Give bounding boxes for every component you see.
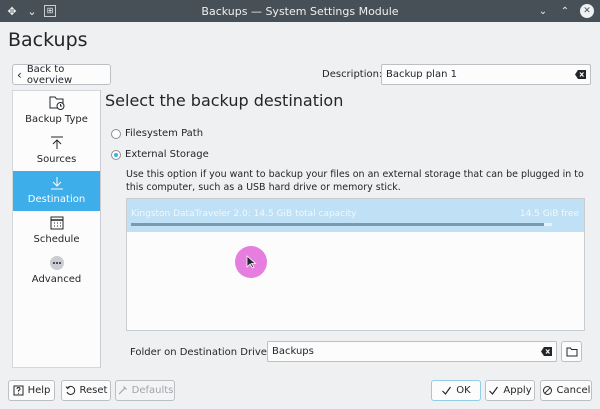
- chevron-left-icon: ‹: [17, 67, 22, 82]
- radio-label: External Storage: [125, 149, 209, 160]
- sidebar-item-destination[interactable]: Destination: [13, 171, 100, 211]
- defaults-button[interactable]: Defaults: [115, 380, 175, 401]
- description-input[interactable]: Backup plan 1: [381, 64, 591, 85]
- sidebar-divider: [100, 90, 101, 368]
- download-icon: [50, 177, 63, 190]
- window-titlebar: ✥ ⌄ ⊞ Backups — System Settings Module ⌄…: [0, 0, 600, 22]
- sidebar-item-label: Schedule: [33, 234, 80, 245]
- minimize-icon[interactable]: ⌄: [536, 4, 550, 18]
- defaults-icon: [118, 386, 127, 395]
- checkmark-icon: [489, 386, 499, 395]
- folder-destination-label: Folder on Destination Drive:: [130, 347, 271, 358]
- defaults-label: Defaults: [131, 385, 174, 396]
- titlebar-right-controls: ⌄ ⌃ ✕: [536, 4, 594, 18]
- reset-label: Reset: [79, 385, 108, 396]
- radio-button[interactable]: [111, 149, 121, 160]
- drive-usage-fill: [131, 223, 544, 226]
- folder-clock-icon: [49, 96, 64, 110]
- description-label: Description:: [322, 69, 383, 80]
- sidebar-item-sources[interactable]: Sources: [13, 131, 100, 171]
- cancel-label: Cancel: [556, 385, 591, 396]
- maximize-icon[interactable]: ⌃: [558, 4, 572, 18]
- sidebar-item-label: Destination: [27, 194, 86, 205]
- close-icon[interactable]: ✕: [580, 4, 594, 18]
- radio-button[interactable]: [111, 128, 121, 139]
- list-item[interactable]: Kingston DataTraveler 2.0: 14.5 GiB tota…: [127, 199, 584, 232]
- back-to-overview-label: Back to overview: [26, 63, 73, 86]
- sidebar-item-schedule[interactable]: Schedule: [13, 211, 100, 251]
- mouse-cursor-icon: [246, 255, 257, 269]
- help-button[interactable]: Help: [8, 380, 55, 401]
- sidebar-item-label: Backup Type: [25, 114, 88, 125]
- radio-external-storage[interactable]: External Storage: [111, 149, 209, 160]
- drive-list[interactable]: Kingston DataTraveler 2.0: 14.5 GiB tota…: [126, 198, 585, 331]
- folder-destination-input[interactable]: Backups: [267, 341, 557, 362]
- cancel-icon: [542, 386, 552, 395]
- checkmark-icon: [442, 386, 452, 395]
- more-icon: [49, 256, 64, 270]
- folder-open-icon: [566, 347, 577, 357]
- sidebar-item-backup-type[interactable]: Backup Type: [13, 91, 100, 131]
- upload-icon: [50, 136, 63, 149]
- reset-button[interactable]: Reset: [61, 380, 111, 401]
- calendar-icon: [50, 216, 63, 230]
- section-title: Select the backup destination: [105, 91, 344, 110]
- browse-folder-button[interactable]: [561, 341, 582, 362]
- clear-text-icon[interactable]: [541, 347, 552, 356]
- folder-destination-value: Backups: [272, 346, 314, 357]
- description-value: Backup plan 1: [386, 69, 457, 80]
- back-to-overview-button[interactable]: ‹ Back to overview: [12, 63, 111, 86]
- drive-free-space: 14.5 GiB free: [519, 209, 579, 219]
- page-title: Backups: [8, 29, 88, 51]
- sidebar-item-advanced[interactable]: Advanced: [13, 251, 100, 291]
- ok-button[interactable]: OK: [431, 380, 481, 401]
- sidebar: Backup Type Sources Destination Schedule…: [12, 90, 100, 368]
- help-icon: [13, 385, 24, 396]
- apply-button[interactable]: Apply: [485, 380, 535, 401]
- help-label: Help: [27, 385, 51, 396]
- drive-usage-bar: [131, 223, 552, 226]
- radio-filesystem-path[interactable]: Filesystem Path: [111, 128, 203, 139]
- apply-label: Apply: [503, 385, 532, 396]
- cancel-button[interactable]: Cancel: [540, 380, 592, 401]
- window-title: Backups — System Settings Module: [201, 5, 399, 18]
- reset-icon: [65, 385, 75, 395]
- clear-text-icon[interactable]: [575, 70, 586, 79]
- drive-name: Kingston DataTraveler 2.0: 14.5 GiB tota…: [131, 209, 357, 219]
- external-storage-help-text: Use this option if you want to backup yo…: [126, 169, 584, 193]
- ok-label: OK: [456, 385, 471, 396]
- sidebar-item-label: Sources: [36, 154, 77, 165]
- radio-label: Filesystem Path: [125, 128, 204, 139]
- sidebar-item-label: Advanced: [31, 274, 82, 285]
